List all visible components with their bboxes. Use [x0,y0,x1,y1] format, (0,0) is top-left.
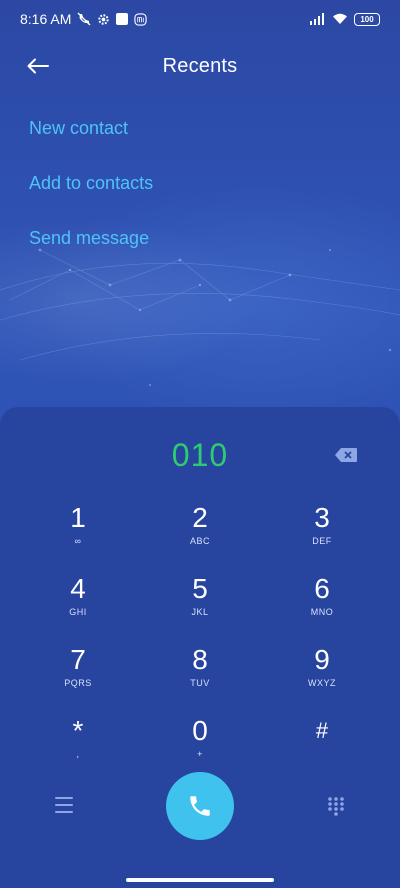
new-contact-link[interactable]: New contact [29,112,153,167]
key-digit: 0 [192,715,208,746]
battery-icon: 100 [354,12,380,26]
voicemail-icon: ∞ [74,536,82,546]
key-digit: 7 [70,644,86,675]
call-button[interactable] [166,772,234,840]
key-letters: TUV [190,678,210,688]
key-digit: # [315,718,329,743]
status-time: 8:16 AM [20,11,72,27]
key-letters: + [197,749,203,759]
notification-square-icon [116,13,129,25]
key-letters: GHI [69,607,87,617]
key-digit: * [72,715,84,746]
key-digit: 5 [192,573,208,604]
key-digit: 2 [192,502,208,533]
key-1[interactable]: 1 ∞ [17,502,139,573]
mi-app-icon [134,12,148,26]
keypad: 1 ∞ 2 ABC 3 DEF 4 GHI 5 JKL 6 MNO 7 PQRS… [0,502,400,786]
backspace-icon [335,448,357,462]
back-button[interactable] [22,52,54,80]
add-to-contacts-link[interactable]: Add to contacts [29,167,153,222]
key-letters: MNO [310,607,334,617]
status-bar: 8:16 AM 100 [0,0,400,38]
key-letters: PQRS [64,678,92,688]
menu-button[interactable] [55,797,73,813]
key-9[interactable]: 9 WXYZ [261,644,383,715]
key-3[interactable]: 3 DEF [261,502,383,573]
key-7[interactable]: 7 PQRS [17,644,139,715]
key-digit: 3 [314,502,330,533]
wifi-icon [332,13,348,25]
key-6[interactable]: 6 MNO [261,573,383,644]
key-digit: 8 [192,644,208,675]
signal-strength-icon [310,13,326,25]
key-2[interactable]: 2 ABC [139,502,261,573]
dialer-controls [0,772,400,842]
key-letters: JKL [191,607,209,617]
send-message-link[interactable]: Send message [29,222,153,277]
number-actions: New contact Add to contacts Send message [29,112,153,277]
page-title: Recents [162,54,238,77]
dialpad-icon [328,797,344,816]
key-8[interactable]: 8 TUV [139,644,261,715]
phone-icon [190,796,210,816]
dialer-screen: 8:16 AM 100 Recents New contact Add to c… [0,0,400,888]
home-indicator[interactable] [126,878,274,882]
key-digit: 9 [314,644,330,675]
call-muted-icon [77,12,91,26]
dial-panel: 010 1 ∞ 2 ABC 3 DEF 4 GHI 5 JKL 6 MNO 7 … [0,407,400,888]
key-letters: , [76,749,80,759]
backspace-button[interactable] [334,447,358,463]
settings-gear-icon [97,13,110,26]
back-arrow-icon [27,58,49,74]
key-4[interactable]: 4 GHI [17,573,139,644]
key-digit: 4 [70,573,86,604]
key-letters: ABC [189,536,210,546]
key-5[interactable]: 5 JKL [139,573,261,644]
key-letters: WXYZ [308,678,336,688]
header: Recents [0,44,400,88]
key-letters: DEF [312,536,332,546]
key-digit: 6 [314,573,330,604]
dialpad-toggle-button[interactable] [327,796,345,816]
key-digit: 1 [70,502,86,533]
